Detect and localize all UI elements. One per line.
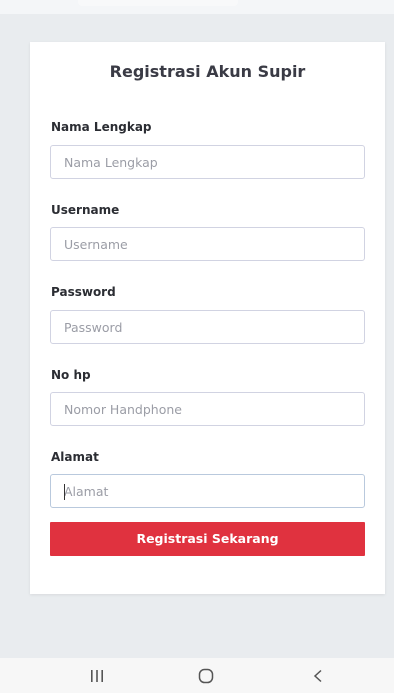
- back-icon: [313, 669, 322, 682]
- back-button[interactable]: [278, 658, 358, 693]
- recent-apps-button[interactable]: [57, 658, 137, 693]
- status-bar-area: [0, 0, 394, 14]
- page-title: Registrasi Akun Supir: [109, 62, 306, 81]
- address-input[interactable]: [50, 474, 365, 508]
- phone-input[interactable]: [50, 392, 365, 426]
- recent-apps-icon: [91, 669, 103, 682]
- full-name-input[interactable]: [50, 145, 365, 179]
- home-icon: [198, 668, 214, 683]
- address-label: Alamat: [51, 450, 99, 464]
- password-label: Password: [51, 285, 116, 299]
- phone-label: No hp: [51, 368, 91, 382]
- android-nav-bar: [0, 658, 394, 693]
- full-name-label: Nama Lengkap: [51, 120, 152, 134]
- home-button[interactable]: [166, 658, 246, 693]
- register-button[interactable]: Registrasi Sekarang: [50, 522, 365, 556]
- registration-card: Registrasi Akun Supir Nama Lengkap Usern…: [30, 42, 385, 594]
- username-label: Username: [51, 203, 120, 217]
- password-input[interactable]: [50, 310, 365, 344]
- status-bar-ghost: [78, 0, 238, 6]
- text-caret: [64, 484, 65, 500]
- username-input[interactable]: [50, 227, 365, 261]
